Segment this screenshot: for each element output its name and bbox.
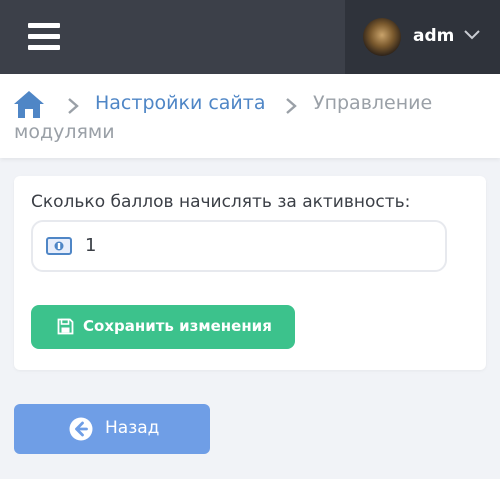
breadcrumb: Настройки сайта Управление модулями xyxy=(0,74,500,158)
points-input-value: 1 xyxy=(85,235,97,256)
back-label: Назад xyxy=(105,418,160,438)
breadcrumb-current-continued: модулями xyxy=(14,121,115,143)
save-icon xyxy=(57,318,74,335)
chevron-right-icon xyxy=(286,98,297,114)
user-name: adm xyxy=(413,26,455,46)
avatar xyxy=(363,18,401,56)
chevron-right-icon xyxy=(68,98,79,114)
arrow-left-circle-icon xyxy=(69,417,93,441)
points-input[interactable]: 1 xyxy=(31,220,447,272)
settings-card: Сколько баллов начислять за активность: … xyxy=(14,176,486,370)
breadcrumb-current: Управление xyxy=(313,92,433,114)
save-changes-label: Сохранить изменения xyxy=(83,317,272,335)
points-field-label: Сколько баллов начислять за активность: xyxy=(31,192,411,212)
back-button[interactable]: Назад xyxy=(14,404,210,454)
home-icon[interactable] xyxy=(12,88,46,120)
user-menu[interactable]: adm xyxy=(345,0,500,74)
top-bar: adm xyxy=(0,0,500,74)
breadcrumb-link-site-settings[interactable]: Настройки сайта xyxy=(95,92,266,114)
chevron-down-icon xyxy=(464,30,480,40)
money-icon xyxy=(46,237,72,255)
save-changes-button[interactable]: Сохранить изменения xyxy=(31,305,295,349)
hamburger-icon[interactable] xyxy=(28,23,60,50)
